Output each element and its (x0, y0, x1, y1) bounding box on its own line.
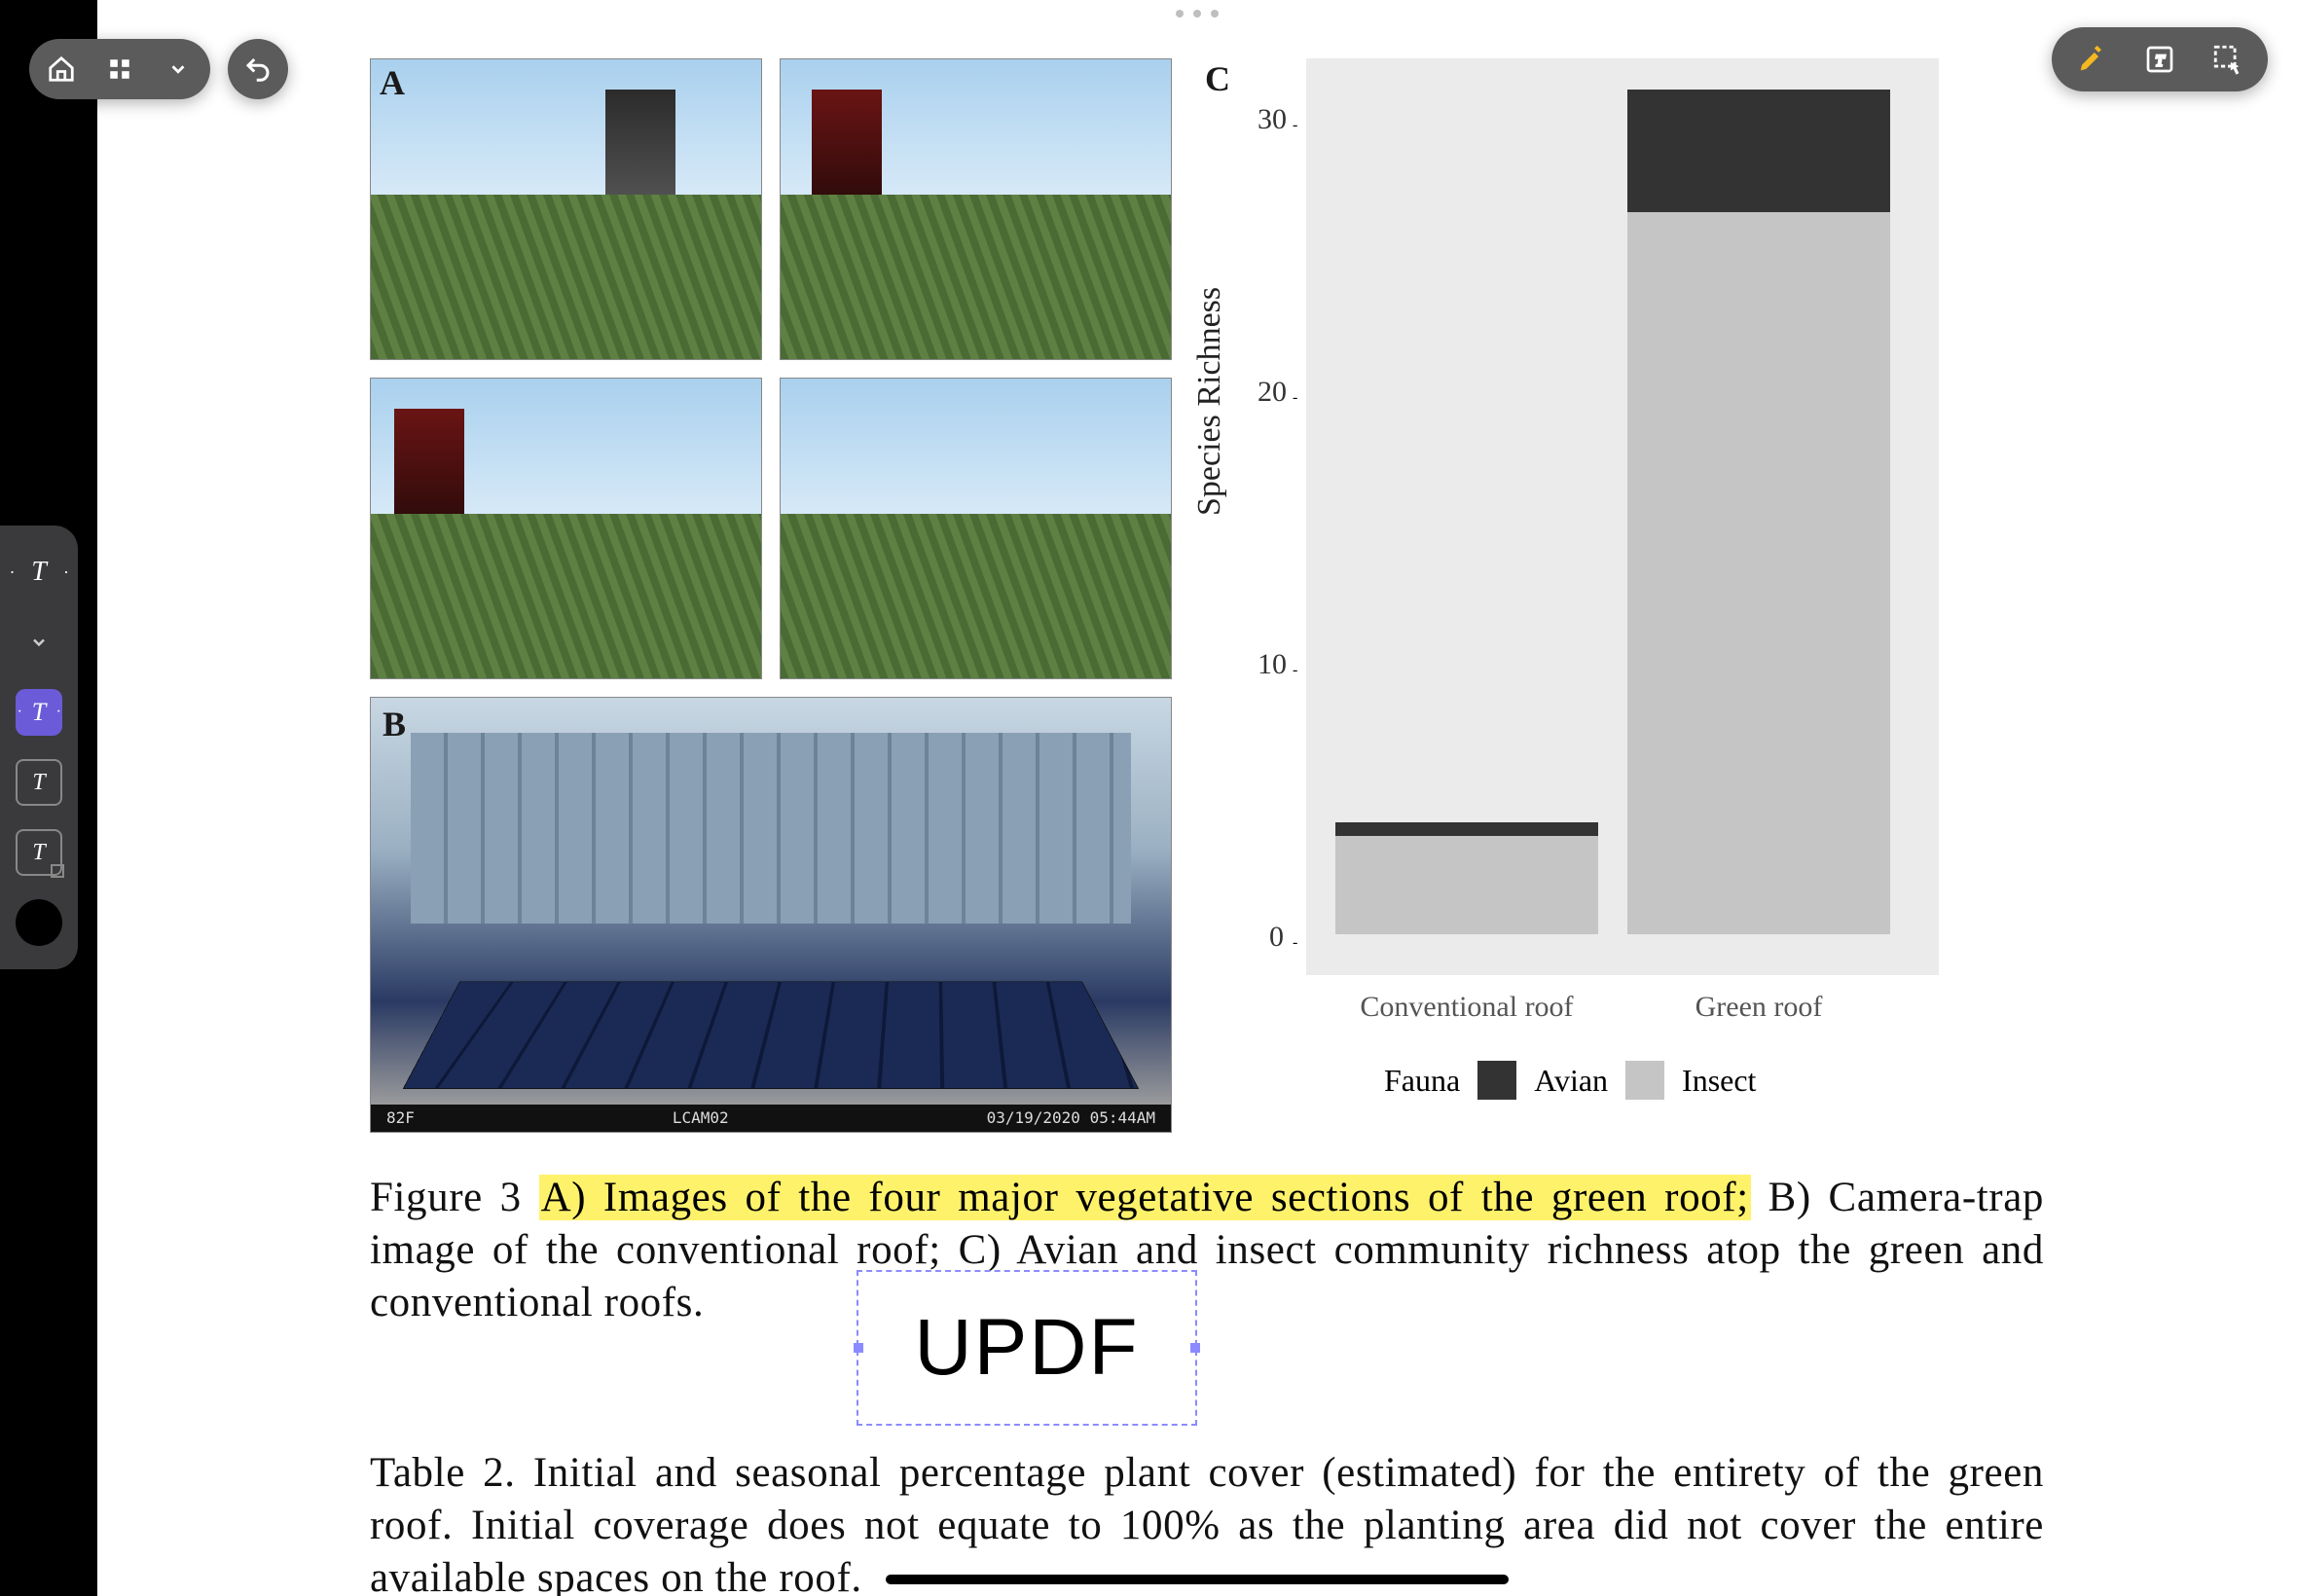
chart: Species Richness 30 20 10 0 - - - - (1199, 58, 1939, 1090)
inserted-text-box[interactable]: UPDF (857, 1270, 1197, 1426)
undo-button[interactable] (228, 39, 288, 99)
ytick-0: 0 (1269, 921, 1284, 954)
grid-icon (107, 56, 132, 82)
area-select-button[interactable] (2207, 39, 2248, 80)
area-select-icon (2211, 43, 2244, 76)
legend-swatch-avian (1477, 1061, 1516, 1100)
document-viewport[interactable]: A B 82F LCAM02 03/19/2020 05:44AM (97, 0, 2297, 1596)
figure-panel-c: C Species Richness 30 20 10 0 - - - - (1199, 58, 1939, 1090)
figure-panel-a: A B 82F LCAM02 03/19/2020 05:44AM (370, 58, 1172, 1133)
chart-legend: Fauna Avian Insect (1384, 1061, 1756, 1100)
highlighter-button[interactable] (2071, 39, 2112, 80)
legend-avian: Avian (1534, 1063, 1608, 1099)
text-style-a[interactable]: · T · (16, 689, 62, 736)
panel-a-label: A (380, 62, 405, 103)
home-button[interactable] (41, 49, 82, 90)
text-style-c[interactable]: T (16, 829, 62, 876)
figure-panel-b: B 82F LCAM02 03/19/2020 05:44AM (370, 697, 1172, 1133)
cam-temp: 82F (386, 1105, 415, 1132)
caption-lead: Figure 3 (370, 1175, 539, 1220)
text-tool-expand[interactable] (16, 619, 62, 666)
legend-insect: Insect (1682, 1063, 1756, 1099)
text-style-b[interactable]: T (16, 759, 62, 806)
chart-ylabel: Species Richness (1191, 287, 1228, 516)
annotation-pill: T (2052, 27, 2268, 91)
nav-pill (29, 39, 210, 99)
chevron-down-icon (167, 58, 189, 80)
photo-a1 (370, 58, 762, 360)
panel-b-label: B (383, 704, 406, 744)
ytick-10: 10 (1258, 648, 1287, 681)
ytick-20: 20 (1258, 376, 1287, 409)
text-tool-rail: · T · · T · T T (0, 526, 78, 969)
color-swatch-black[interactable] (16, 899, 62, 946)
camera-footer: 82F LCAM02 03/19/2020 05:44AM (371, 1105, 1171, 1132)
photo-a4 (780, 378, 1172, 679)
resize-handle-right[interactable] (1190, 1343, 1200, 1353)
bar-green-insect (1627, 212, 1890, 934)
xcat-conv: Conventional roof (1335, 991, 1598, 1024)
legend-title: Fauna (1384, 1063, 1460, 1099)
svg-text:T: T (2156, 54, 2166, 70)
text-box-content[interactable]: UPDF (914, 1302, 1139, 1394)
home-indicator[interactable] (886, 1575, 1509, 1584)
home-icon (47, 54, 76, 84)
caption-highlight[interactable]: A) Images of the four major vegetative s… (539, 1175, 1751, 1220)
resize-handle-left[interactable] (854, 1343, 863, 1353)
highlighter-icon (2075, 43, 2108, 76)
figure-caption[interactable]: Figure 3 A) Images of the four major veg… (370, 1172, 2044, 1330)
table-caption[interactable]: Table 2. Initial and seasonal percentage… (370, 1447, 2044, 1596)
cam-timestamp: 03/19/2020 05:44AM (987, 1105, 1155, 1132)
page-menu-button[interactable] (158, 49, 199, 90)
text-box-icon: T (2144, 44, 2175, 75)
text-tool-main[interactable]: · T · (16, 549, 62, 596)
page-content: A B 82F LCAM02 03/19/2020 05:44AM (370, 0, 2102, 1596)
photo-a3 (370, 378, 762, 679)
photo-a2 (780, 58, 1172, 360)
bar-conv-avian (1335, 822, 1598, 836)
chevron-down-icon (29, 633, 49, 652)
ytick-30: 30 (1258, 103, 1287, 136)
cam-id: LCAM02 (673, 1105, 729, 1132)
bar-conv-insect (1335, 836, 1598, 934)
drag-handle[interactable] (1176, 10, 1219, 18)
thumbnails-button[interactable] (99, 49, 140, 90)
xcat-green: Green roof (1627, 991, 1890, 1024)
text-annotation-button[interactable]: T (2139, 39, 2180, 80)
legend-swatch-insect (1625, 1061, 1664, 1100)
panel-c-label: C (1205, 58, 1230, 99)
undo-icon (243, 54, 273, 84)
bar-green-avian (1627, 90, 1890, 212)
